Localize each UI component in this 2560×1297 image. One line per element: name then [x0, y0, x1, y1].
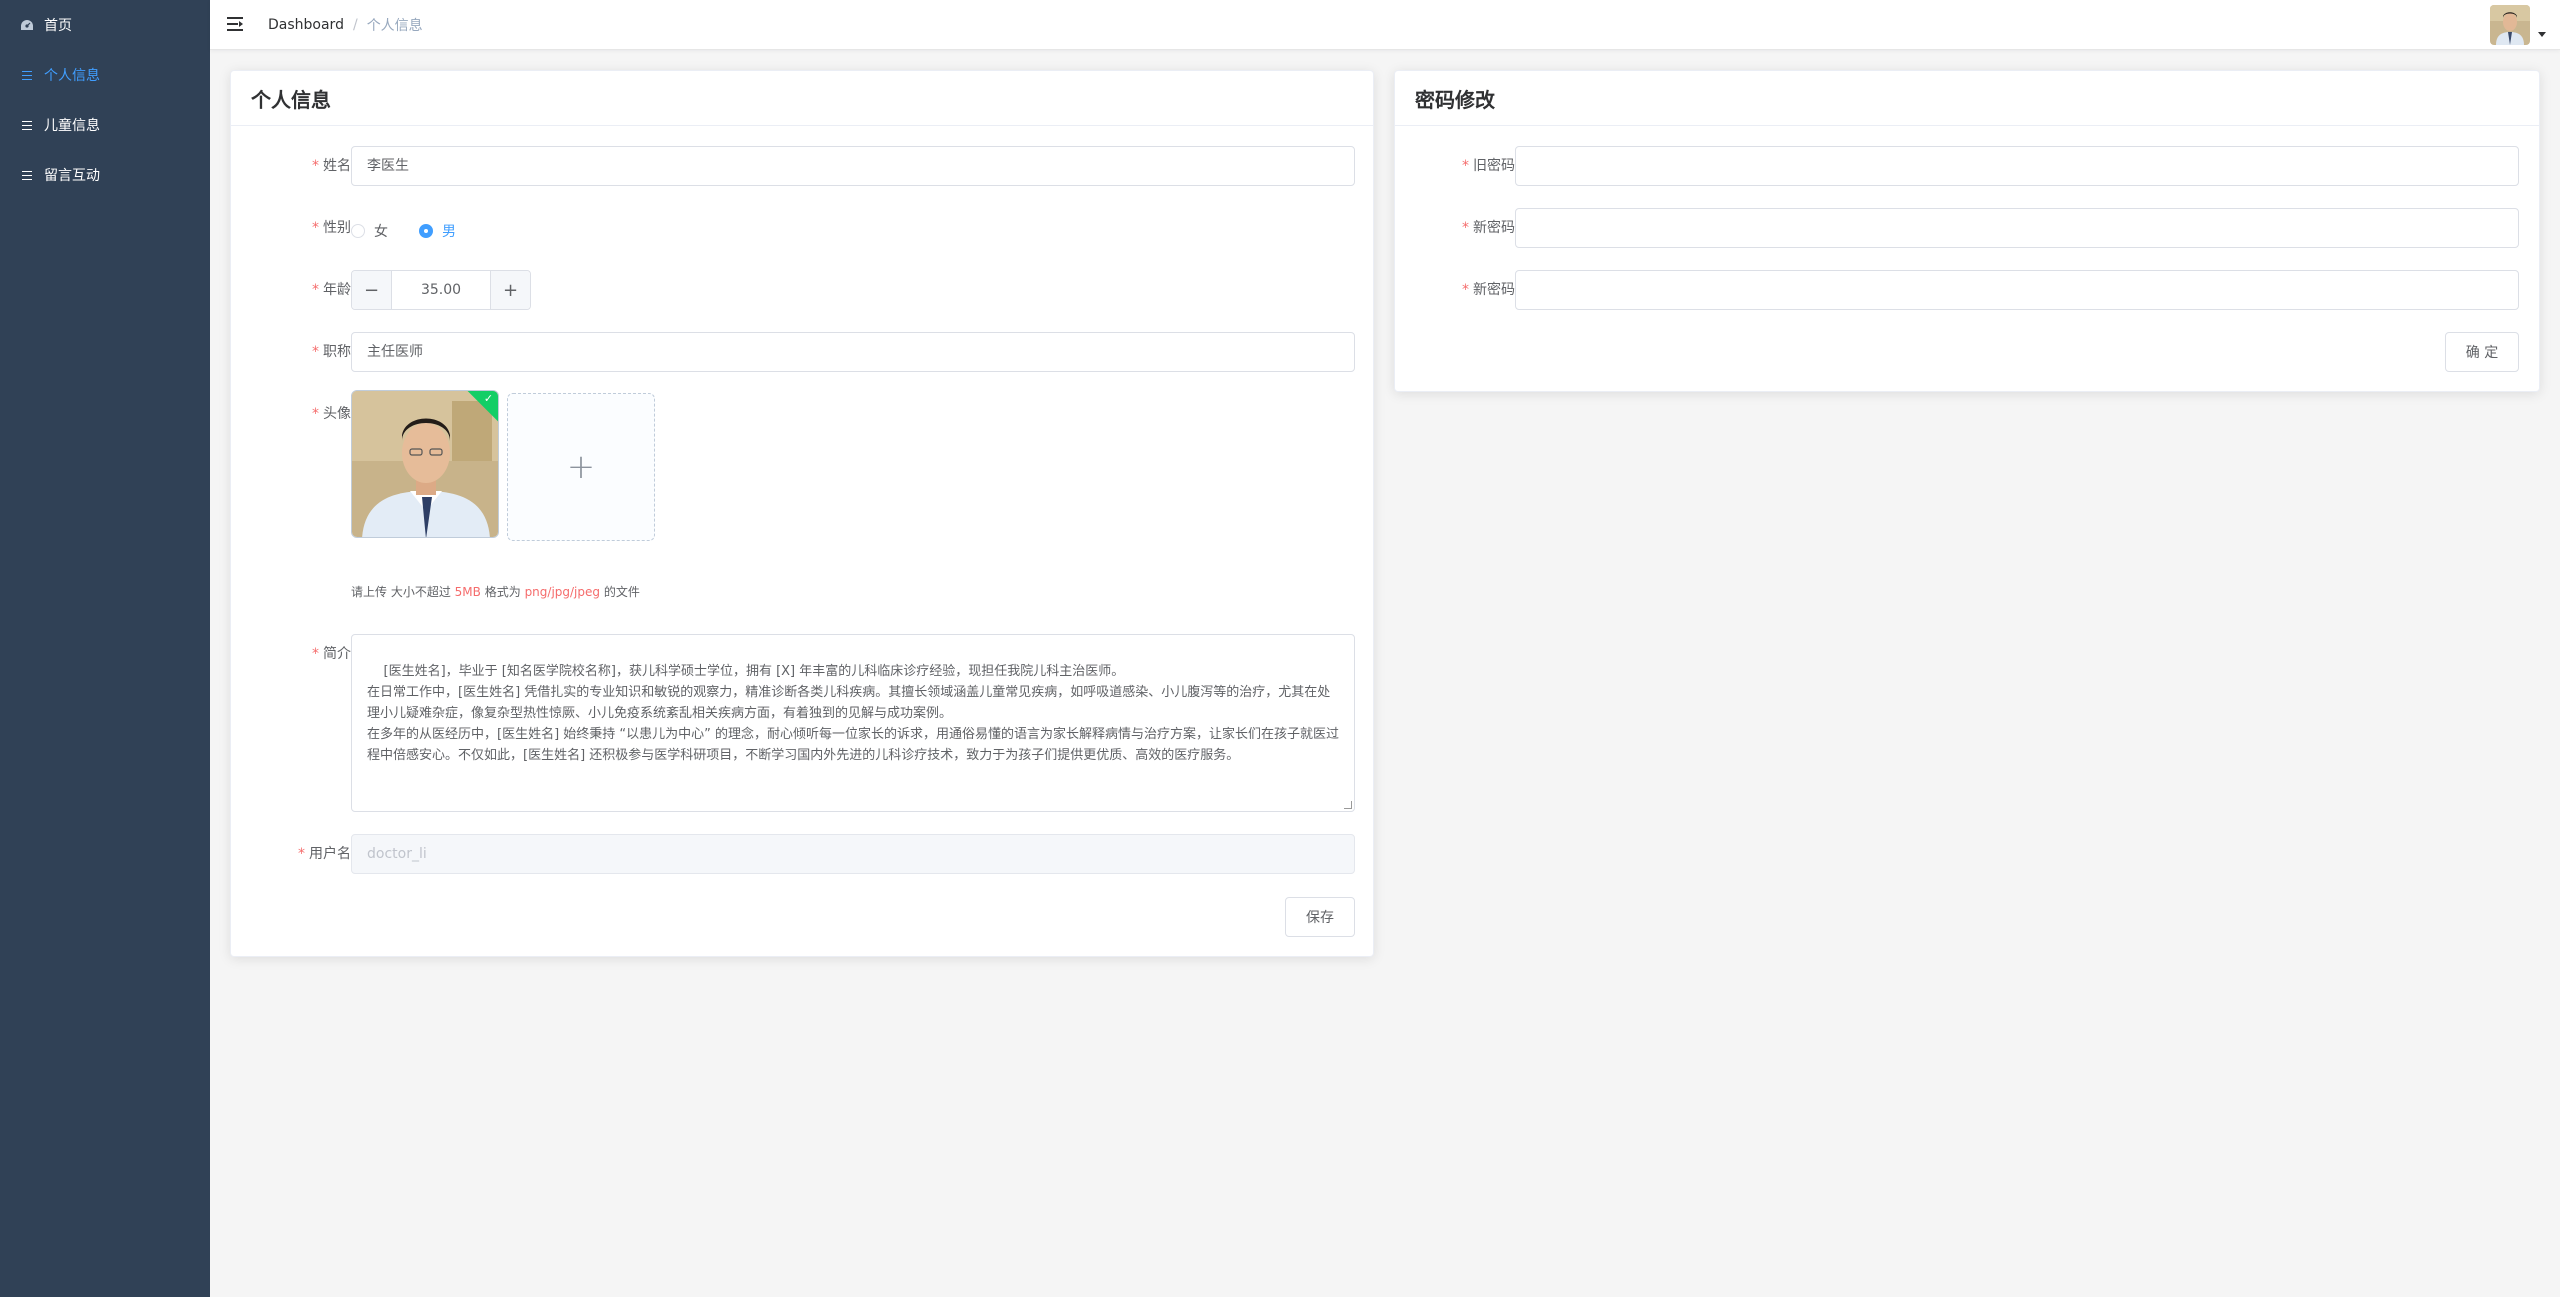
old-password-field[interactable] [1515, 146, 2519, 186]
confirm-password-label: * 新密码 [1462, 282, 1515, 298]
age-stepper[interactable]: − 35.00 + [351, 270, 531, 310]
sidebar-item-children[interactable]: 儿童信息 [0, 100, 210, 150]
upload-add-button[interactable]: + [507, 393, 655, 541]
intro-label: * 简介 [312, 646, 351, 662]
avatar[interactable] [2490, 5, 2530, 45]
breadcrumb-separator: / [352, 17, 358, 33]
intro-textarea[interactable]: [医生姓名]，毕业于 [知名医学院校名称]，获儿科学硕士学位，拥有 [X] 年丰… [351, 634, 1355, 812]
gender-label: * 性别 [312, 220, 351, 236]
title-field[interactable]: 主任医师 [351, 332, 1355, 372]
save-button[interactable]: 保存 [1285, 897, 1355, 937]
sidebar-item-profile[interactable]: 个人信息 [0, 50, 210, 100]
increment-button[interactable]: + [490, 271, 530, 309]
username-field: doctor_li [351, 834, 1355, 874]
name-field[interactable]: 李医生 [351, 146, 1355, 186]
new-password-field[interactable] [1515, 208, 2519, 248]
radio-label: 女 [374, 224, 388, 240]
radio-dot [351, 224, 365, 238]
card-title: 密码修改 [1395, 71, 2539, 126]
breadcrumb-home[interactable]: Dashboard [268, 17, 344, 33]
sidebar: 首页 个人信息 儿童信息 留言互动 [0, 0, 210, 1297]
confirm-password-field[interactable] [1515, 270, 2519, 310]
username-label: * 用户名 [298, 846, 351, 862]
check-icon: ✓ [483, 391, 494, 405]
list-icon [20, 168, 34, 182]
navbar: Dashboard / 个人信息 [210, 0, 2560, 50]
breadcrumb: Dashboard / 个人信息 [268, 0, 423, 50]
dashboard-icon [20, 18, 34, 32]
new-password-label: * 新密码 [1462, 220, 1515, 236]
resize-handle[interactable] [1344, 801, 1352, 809]
card-title: 个人信息 [231, 71, 1373, 126]
profile-card: 个人信息 * 姓名 李医生 * 性别 女 男 * 年龄 − 35.00 + * 职称 主… [230, 70, 1374, 957]
sidebar-item-label: 个人信息 [44, 68, 100, 84]
list-icon [20, 118, 34, 132]
name-label: * 姓名 [312, 158, 351, 174]
plus-icon: + [566, 447, 596, 487]
age-value[interactable]: 35.00 [392, 271, 490, 309]
confirm-button[interactable]: 确 定 [2445, 332, 2519, 372]
password-card: 密码修改 * 旧密码 * 新密码 * 新密码 确 定 [1394, 70, 2540, 392]
list-icon [20, 68, 34, 82]
decrement-button[interactable]: − [352, 271, 392, 309]
upload-tip: 请上传 大小不超过 5MB 格式为 png/jpg/jpeg 的文件 [351, 585, 640, 599]
sidebar-item-label: 首页 [44, 18, 72, 34]
sidebar-item-label: 留言互动 [44, 168, 100, 184]
intro-text: [医生姓名]，毕业于 [知名医学院校名称]，获儿科学硕士学位，拥有 [X] 年丰… [367, 664, 1340, 763]
chevron-down-icon[interactable] [2538, 32, 2546, 37]
doctor-photo [352, 391, 498, 537]
title-label: * 职称 [312, 344, 351, 360]
sidebar-item-home[interactable]: 首页 [0, 0, 210, 50]
hamburger-icon[interactable] [227, 17, 243, 31]
avatar-label: * 头像 [312, 406, 351, 422]
gender-radio-male[interactable]: 男 [419, 221, 456, 241]
old-password-label: * 旧密码 [1462, 158, 1515, 174]
sidebar-item-label: 儿童信息 [44, 118, 100, 134]
breadcrumb-current: 个人信息 [366, 18, 423, 34]
sidebar-item-messages[interactable]: 留言互动 [0, 150, 210, 200]
avatar-preview[interactable]: ✓ [351, 390, 499, 538]
age-label: * 年龄 [312, 282, 351, 298]
radio-label: 男 [442, 224, 456, 240]
gender-radio-female[interactable]: 女 [351, 221, 388, 241]
radio-dot [419, 224, 433, 238]
